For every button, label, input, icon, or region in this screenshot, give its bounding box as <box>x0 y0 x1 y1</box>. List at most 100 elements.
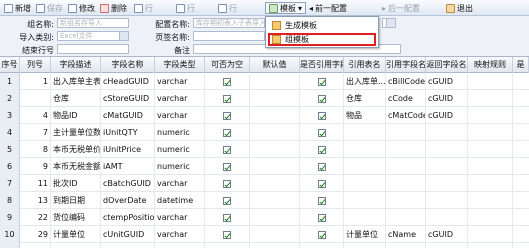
checkbox[interactable] <box>223 179 231 188</box>
nullable-cell[interactable] <box>205 124 250 141</box>
column-header[interactable]: 是否引用字段 <box>300 57 344 73</box>
column-header[interactable]: 可否为空 <box>205 57 250 73</box>
column-header[interactable]: 字段描述 <box>51 57 101 73</box>
checkbox[interactable] <box>223 230 231 239</box>
new-icon <box>4 3 13 13</box>
nullable-cell[interactable] <box>205 107 250 124</box>
checkbox[interactable] <box>317 230 326 239</box>
save-button[interactable]: 保存 <box>36 2 63 14</box>
column-header[interactable]: 引用字段名 <box>386 57 426 73</box>
checkbox[interactable] <box>223 162 231 171</box>
prev-config-button[interactable]: ◂ 前一配置 <box>309 2 347 14</box>
column-header[interactable]: 引用表名 <box>344 57 386 73</box>
type-cell <box>155 243 205 248</box>
table-row[interactable]: 47主计量单位数量iUnitQTYnumeric <box>0 124 529 141</box>
checkbox[interactable] <box>317 94 326 103</box>
exit-button[interactable]: 退出 <box>446 2 473 14</box>
column-header[interactable]: 字段名称 <box>101 57 155 73</box>
ref-cell[interactable] <box>300 90 344 107</box>
ref-cell[interactable] <box>300 243 344 248</box>
table-row[interactable]: 2 仓库 cStoreGUID varchar 仓库 cCode cGUID <box>0 90 529 107</box>
nullable-cell[interactable] <box>205 226 250 243</box>
column-header[interactable]: 列号 <box>20 57 51 73</box>
ref-cell[interactable] <box>300 192 344 209</box>
import-type-select[interactable]: Excel文件 <box>57 31 129 41</box>
checkbox[interactable] <box>317 213 326 222</box>
row-button-2[interactable]: 行 <box>176 2 195 14</box>
column-header[interactable]: 默认值 <box>250 57 300 73</box>
nullable-cell[interactable] <box>205 158 250 175</box>
table-row[interactable]: 6 9 本币无税金额 iAMT numeric <box>0 158 529 175</box>
nullable-cell[interactable] <box>205 73 250 90</box>
chevron-down-icon: ▾ <box>298 3 303 13</box>
group-template-menu-item[interactable]: 组模板 <box>268 33 376 46</box>
template-icon <box>272 21 281 30</box>
row-button-3[interactable]: 行 <box>218 2 237 14</box>
column-header[interactable]: 返回字段名 <box>426 57 468 73</box>
ref-cell[interactable] <box>300 73 344 90</box>
checkbox[interactable] <box>317 111 326 120</box>
end-row-input[interactable] <box>57 44 129 54</box>
nullable-cell[interactable] <box>205 90 250 107</box>
nullable-cell[interactable] <box>205 192 250 209</box>
group-name-input[interactable]: 新组名存导入 <box>57 18 129 28</box>
new-button[interactable]: 新增 <box>4 2 31 14</box>
table-row[interactable]: 5 8 本币无税单价 iUnitPrice numeric <box>0 141 529 158</box>
table-row[interactable]: 11 <box>0 243 529 248</box>
checkbox[interactable] <box>317 162 326 171</box>
checkbox[interactable] <box>317 145 326 154</box>
checkbox[interactable] <box>223 77 231 86</box>
checkbox[interactable] <box>317 77 326 86</box>
name-cell: iUnitQTY <box>101 124 155 141</box>
checkbox[interactable] <box>223 111 231 120</box>
name-cell <box>101 243 155 248</box>
checkbox[interactable] <box>317 179 326 188</box>
table-row[interactable]: 8 13 到期日期 dOverDate datetime <box>0 192 529 209</box>
checkbox[interactable] <box>223 128 231 137</box>
name-cell: iAMT <box>101 158 155 175</box>
template-icon <box>269 3 278 13</box>
map-cell <box>468 124 513 141</box>
checkbox[interactable] <box>223 196 231 205</box>
checkbox[interactable] <box>317 196 326 205</box>
table-row[interactable]: 11出入库单主表IDcHeadGUIDvarchar出入库单...cBillCo… <box>0 73 529 90</box>
ref_field-cell: cBillCode <box>386 73 426 90</box>
config-extra-select[interactable] <box>382 18 396 28</box>
ref-cell[interactable] <box>300 226 344 243</box>
ref-cell[interactable] <box>300 107 344 124</box>
column-header[interactable]: 字段类型 <box>155 57 205 73</box>
column-header[interactable]: 映射规则 <box>468 57 513 73</box>
edit-button[interactable]: 修改 <box>68 2 95 14</box>
col-cell <box>20 243 51 248</box>
config-name-input[interactable]: 库存期初表入子表导入 <box>193 18 265 28</box>
checkbox[interactable] <box>223 94 231 103</box>
column-header[interactable]: 序号 <box>0 57 20 73</box>
arrow-left-icon: ◂ <box>309 3 314 13</box>
nullable-cell[interactable] <box>205 141 250 158</box>
ref-cell[interactable] <box>300 209 344 226</box>
nullable-cell[interactable] <box>205 243 250 248</box>
ref_table-cell <box>344 243 386 248</box>
delete-button[interactable]: 删除 <box>100 2 127 14</box>
template-button[interactable]: 模板 ▾ <box>265 2 307 14</box>
table-row[interactable]: 10 29 计量单位 cUnitGUID varchar 计量单位 cName cGUID <box>0 226 529 243</box>
generate-template-menu-item[interactable]: 生成模板 <box>268 19 376 32</box>
nullable-cell[interactable] <box>205 209 250 226</box>
checkbox[interactable] <box>223 145 231 154</box>
next-config-button[interactable]: ▸ 后一配置 <box>382 2 420 14</box>
ref-cell[interactable] <box>300 141 344 158</box>
table-row[interactable]: 922货位编码ctempPosition...varchar <box>0 209 529 226</box>
desc-cell: 批次ID <box>51 175 101 192</box>
ref-cell[interactable] <box>300 158 344 175</box>
row-button-1[interactable]: 行 <box>134 2 153 14</box>
sheet-name-input[interactable] <box>193 31 265 41</box>
table-row[interactable]: 7 11 批次ID cBatchGUID varchar <box>0 175 529 192</box>
column-header[interactable]: 是 <box>513 57 529 73</box>
name-cell: iUnitPrice <box>101 141 155 158</box>
ref-cell[interactable] <box>300 124 344 141</box>
checkbox[interactable] <box>317 128 326 137</box>
checkbox[interactable] <box>223 213 231 222</box>
table-row[interactable]: 3 4 物品ID cMatGUID varchar 物品 cMatCode cGUID <box>0 107 529 124</box>
nullable-cell[interactable] <box>205 175 250 192</box>
ref-cell[interactable] <box>300 175 344 192</box>
